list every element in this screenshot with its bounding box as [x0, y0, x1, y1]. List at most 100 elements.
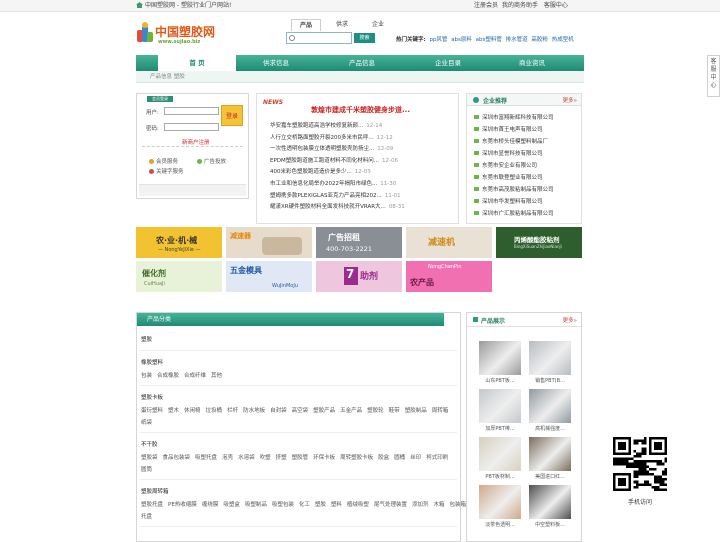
news-headline[interactable]: 敦煌市建成千米塑胶健身步道...: [311, 105, 410, 115]
more-link[interactable]: 更多»: [563, 316, 577, 324]
member-service-link[interactable]: 会员服务: [149, 157, 178, 165]
subcategory-link[interactable]: 吸塑盒: [223, 502, 240, 508]
banner-hardware-mold[interactable]: 五金模具 WuJinMoJu: [226, 261, 312, 292]
nav-home[interactable]: 首 页: [158, 55, 236, 71]
subcategory-link[interactable]: 挤塑: [276, 455, 287, 461]
banner-reducer[interactable]: 减速器: [226, 227, 312, 258]
register-link[interactable]: 注册会员: [474, 2, 498, 9]
enterprise-item[interactable]: 深圳市广汇胶粘制品有限公司: [474, 209, 554, 217]
subcategory-link[interactable]: 包装箱: [449, 502, 466, 508]
product-caption[interactable]: 山东PBT板...: [479, 377, 521, 384]
search-tab-company[interactable]: 企业: [363, 19, 393, 31]
subcategory-link[interactable]: 纸袋: [141, 420, 152, 426]
banner-gear-motor[interactable]: 减速机: [406, 227, 492, 258]
product-card[interactable]: 美国进口红...: [529, 437, 571, 481]
username-field[interactable]: [164, 107, 219, 115]
category-name[interactable]: 不干胶: [141, 440, 158, 448]
product-image[interactable]: [529, 437, 571, 471]
product-image[interactable]: [479, 341, 521, 375]
subcategory-link[interactable]: 柯式印刷: [426, 455, 448, 461]
nav-news[interactable]: 商业资讯: [502, 55, 562, 71]
subcategory-link[interactable]: 木箱: [433, 502, 444, 508]
news-item[interactable]: 400米彩色塑胶跑道造价是多少... 12-03: [270, 167, 371, 175]
enterprise-item[interactable]: 深圳市显誉科技有限公司: [474, 149, 543, 157]
login-button[interactable]: 登录: [221, 105, 243, 126]
customer-service-tab[interactable]: 客服中心: [707, 55, 720, 97]
subcategory-link[interactable]: 圆筒: [141, 467, 152, 473]
register-link[interactable]: 新商户注册: [182, 138, 210, 146]
subcategory-link[interactable]: 塑料: [331, 502, 342, 508]
news-item[interactable]: 市工业和信息化局举办2022年揭阳市绿色... 11-30: [270, 179, 396, 187]
product-card[interactable]: PBT板材制...: [479, 437, 521, 481]
banner-adhesive[interactable]: 丙烯酸酯胶粘剂 BingXiSuanZhiJiaoNianJi: [496, 227, 582, 258]
more-link[interactable]: 更多»: [563, 96, 577, 104]
subcategory-link[interactable]: 防水地板: [243, 408, 265, 414]
product-image[interactable]: [479, 389, 521, 423]
banner-agri-machinery[interactable]: 农·业·机·械 — NongYeJiXie —: [136, 227, 222, 258]
news-item[interactable]: 塑姆携多款PLEXIGLAS亚克力产品亮相202... 11-01: [270, 191, 401, 199]
product-card[interactable]: 中空塑料板...: [529, 485, 571, 529]
site-logo[interactable]: 中国塑胶网 www.sujiao.biz: [136, 20, 222, 48]
news-item[interactable]: EPDM塑胶跑道施工跑道材料不同化材料问... 12-06: [270, 156, 398, 164]
password-field[interactable]: [164, 123, 219, 131]
subcategory-link[interactable]: 吹塑: [260, 455, 271, 461]
enterprise-item[interactable]: 东莞市联登塑业有限公司: [474, 173, 543, 181]
hot-keyword[interactable]: abs塑料管: [476, 37, 502, 43]
banner-advertise[interactable]: 广告招租 400-703-2221: [316, 227, 402, 258]
subcategory-link[interactable]: 环保卡板: [313, 455, 335, 461]
nav-supply[interactable]: 供求信息: [246, 55, 306, 71]
product-card[interactable]: 销售PBT(B...: [529, 341, 571, 385]
product-caption[interactable]: 高机械强度...: [529, 425, 571, 432]
category-name[interactable]: 塑胶卡板: [141, 393, 163, 401]
product-image[interactable]: [479, 437, 521, 471]
subcategory-link[interactable]: 化工: [299, 502, 310, 508]
subcategory-link[interactable]: 休闲椅: [184, 408, 201, 414]
news-item[interactable]: 一次性透明包装膜立体透明塑胶壳防扬尘... 12-09: [270, 144, 393, 152]
nav-companies[interactable]: 企业目录: [418, 55, 478, 71]
subcategory-link[interactable]: 吸塑托盘: [195, 455, 217, 461]
enterprise-item[interactable]: 深圳市首王电声有限公司: [474, 125, 543, 133]
subcategory-link[interactable]: 栏杆: [227, 408, 238, 414]
product-caption[interactable]: PBT板材制...: [479, 473, 521, 480]
subcategory-link[interactable]: 食品包装袋: [163, 455, 191, 461]
hot-keyword[interactable]: abs原料: [451, 37, 472, 43]
subcategory-link[interactable]: 缠绕膜: [202, 502, 219, 508]
enterprise-item[interactable]: 东莞市高茂胶粘制品有限公司: [474, 185, 554, 193]
enterprise-item[interactable]: 东莞市桥头佳模塑料制品厂: [474, 137, 548, 145]
search-tab-product[interactable]: 产品: [291, 19, 321, 31]
news-item[interactable]: 华安嘉车塑胶跑道高浩学校修复新颜... 12-14: [270, 121, 382, 129]
subcategory-link[interactable]: PE热收缩膜: [168, 502, 197, 508]
subcategory-link[interactable]: 吸塑包装: [272, 502, 294, 508]
subcategory-link[interactable]: 塑胶轮: [367, 408, 384, 414]
product-card[interactable]: 淡茶色透明...: [479, 485, 521, 529]
ad-service-link[interactable]: 广告投放: [197, 157, 226, 165]
subcategory-link[interactable]: 其他: [211, 373, 222, 379]
category-name[interactable]: 塑胶周转箱: [141, 487, 169, 495]
subcategory-link[interactable]: 自封袋: [270, 408, 287, 414]
subcategory-link[interactable]: 包装: [141, 373, 152, 379]
product-image[interactable]: [479, 485, 521, 519]
product-caption[interactable]: 加厚PBT棒...: [479, 425, 521, 432]
product-image[interactable]: [529, 389, 571, 423]
enterprise-item[interactable]: 东莞市安企业有限公司: [474, 161, 537, 169]
subcategory-link[interactable]: 丝印: [410, 455, 421, 461]
search-tab-supply[interactable]: 供求: [327, 19, 357, 31]
search-input[interactable]: [286, 32, 352, 44]
news-item[interactable]: 人行立交桥路面塑胶开裂200多米市民呼... 12-12: [270, 133, 393, 141]
hot-keyword[interactable]: 排水管道: [506, 37, 528, 43]
subcategory-link[interactable]: 圆桶: [394, 455, 405, 461]
subcategory-link[interactable]: 蛋衍塑料: [141, 408, 163, 414]
subcategory-link[interactable]: 塑胶产品: [313, 408, 335, 414]
subcategory-link[interactable]: 合成橡胶: [157, 373, 179, 379]
banner-agri-products[interactable]: NongChanPin 农产品: [406, 261, 492, 292]
category-name[interactable]: 塑胶: [141, 335, 152, 343]
assistant-link[interactable]: 我的商务助手: [502, 2, 538, 9]
product-card[interactable]: 高机械强度...: [529, 389, 571, 433]
product-caption[interactable]: 美国进口红...: [529, 473, 571, 480]
subcategory-link[interactable]: 植绒吸塑: [347, 502, 369, 508]
subcategory-link[interactable]: 高空袋: [292, 408, 309, 414]
product-card[interactable]: 加厚PBT棒...: [479, 389, 521, 433]
subcategory-link[interactable]: 塑胶制品: [405, 408, 427, 414]
product-card[interactable]: 山东PBT板...: [479, 341, 521, 385]
subcategory-link[interactable]: 塑胶管: [292, 455, 309, 461]
